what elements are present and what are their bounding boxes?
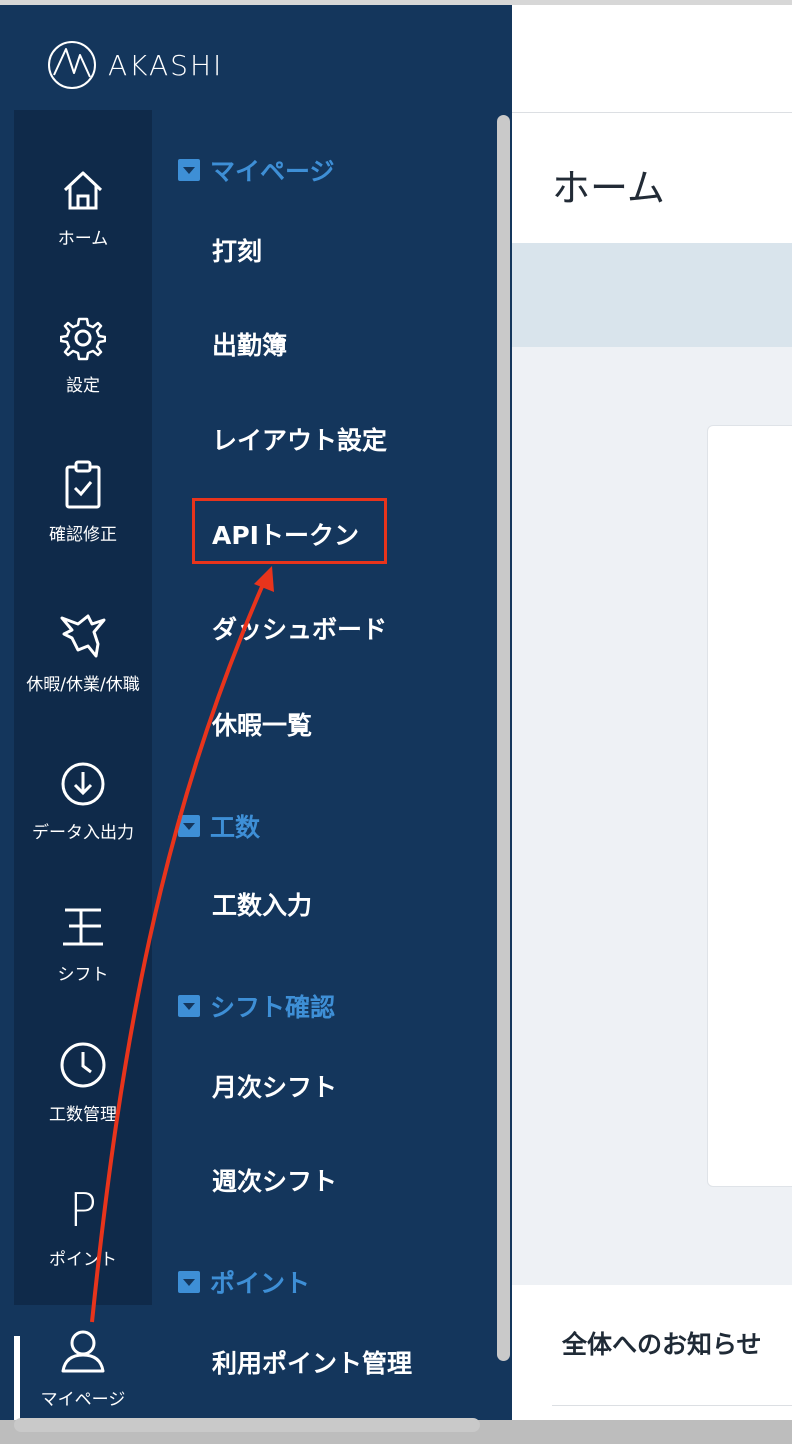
tabs-strip <box>512 243 792 347</box>
sidebar-vertical-scrollbar[interactable] <box>497 115 510 1361</box>
gear-icon <box>60 317 106 361</box>
menu-section-mypage[interactable]: マイページ <box>178 152 335 188</box>
rail-item-leave[interactable]: 休暇/休業/休職 <box>14 610 152 695</box>
home-icon <box>63 171 103 210</box>
divider <box>552 1405 792 1406</box>
rail-label-confirm: 確認修正 <box>49 525 117 545</box>
rail-item-mypage[interactable]: マイページ <box>14 1305 152 1420</box>
menu-section-title: シフト確認 <box>210 993 336 1022</box>
page-header: ホーム <box>512 113 792 243</box>
menu-section-shift-confirm[interactable]: シフト確認 <box>178 988 335 1024</box>
top-header <box>512 5 792 113</box>
rail-item-data-io[interactable]: データ入出力 <box>14 760 152 843</box>
bird-icon <box>60 614 106 658</box>
menu-item-manhour-input[interactable]: 工数入力 <box>212 886 312 922</box>
notice-panel: 全体へのお知らせ <box>512 1285 792 1425</box>
rail-item-manhour[interactable]: 工数管理 <box>14 1040 152 1125</box>
menu-section-title: ポイント <box>210 1269 311 1298</box>
main-content: ホーム 全体へのお知らせ <box>512 5 792 1425</box>
menu-section-manhour[interactable]: 工数 <box>178 808 260 844</box>
menu-section-title: マイページ <box>210 157 335 186</box>
download-circle-icon <box>61 762 105 806</box>
clipboard-check-icon <box>65 460 101 509</box>
menu-item-dashboard[interactable]: ダッシュボード <box>212 610 387 646</box>
collapse-toggle-icon <box>178 815 200 837</box>
rail-label-home: ホーム <box>57 229 109 249</box>
rail-item-shift[interactable]: シフト <box>14 902 152 985</box>
rail-label-leave: 休暇/休業/休職 <box>26 675 140 695</box>
rail-label-points: ポイント <box>49 1250 117 1270</box>
collapse-toggle-icon <box>178 995 200 1017</box>
sidebar-horizontal-scrollbar[interactable] <box>14 1418 480 1432</box>
menu-item-monthly-shift[interactable]: 月次シフト <box>212 1068 337 1104</box>
menu-item-weekly-shift[interactable]: 週次シフト <box>212 1162 337 1198</box>
rail-label-mypage: マイページ <box>40 1390 126 1410</box>
notice-title: 全体へのお知らせ <box>562 1330 762 1359</box>
content-card <box>707 425 792 1187</box>
rail-label-shift: シフト <box>57 965 109 985</box>
user-icon <box>61 1330 105 1373</box>
rail-label-data-io: データ入出力 <box>32 823 134 843</box>
rail-item-confirm[interactable]: 確認修正 <box>14 460 152 545</box>
rail-item-home[interactable]: ホーム <box>14 168 152 249</box>
collapse-toggle-icon <box>178 159 200 181</box>
menu-section-points[interactable]: ポイント <box>178 1264 310 1300</box>
collapse-toggle-icon <box>178 1271 200 1293</box>
rail-label-settings: 設定 <box>66 376 100 396</box>
menu-section-title: 工数 <box>210 813 261 842</box>
active-indicator <box>14 1336 20 1420</box>
icon-rail: ホーム 設定 確認修正 休暇/休業/休職 データ入出力 シフト 工数管理 P ポ… <box>14 110 152 1305</box>
menu-item-attendance[interactable]: 出勤簿 <box>212 326 287 362</box>
rail-item-points[interactable]: P ポイント <box>14 1185 152 1270</box>
akashi-logo-icon <box>48 41 96 89</box>
logo-text: AKASHI <box>108 48 224 82</box>
shift-icon <box>63 908 103 946</box>
app-logo[interactable]: AKASHI <box>46 41 223 89</box>
rail-label-manhour: 工数管理 <box>49 1105 117 1125</box>
clock-icon <box>60 1042 106 1088</box>
menu-item-layout-settings[interactable]: レイアウト設定 <box>212 421 387 457</box>
rail-item-settings[interactable]: 設定 <box>14 315 152 396</box>
rail-item-mypage-content: マイページ <box>14 1327 152 1410</box>
menu-item-point-management[interactable]: 利用ポイント管理 <box>212 1344 412 1380</box>
menu-item-punch[interactable]: 打刻 <box>212 232 262 268</box>
annotation-highlight-box <box>192 498 387 564</box>
menu-item-leave-list[interactable]: 休暇一覧 <box>212 706 312 742</box>
page-title: ホーム <box>552 166 665 210</box>
point-icon: P <box>69 1183 97 1237</box>
